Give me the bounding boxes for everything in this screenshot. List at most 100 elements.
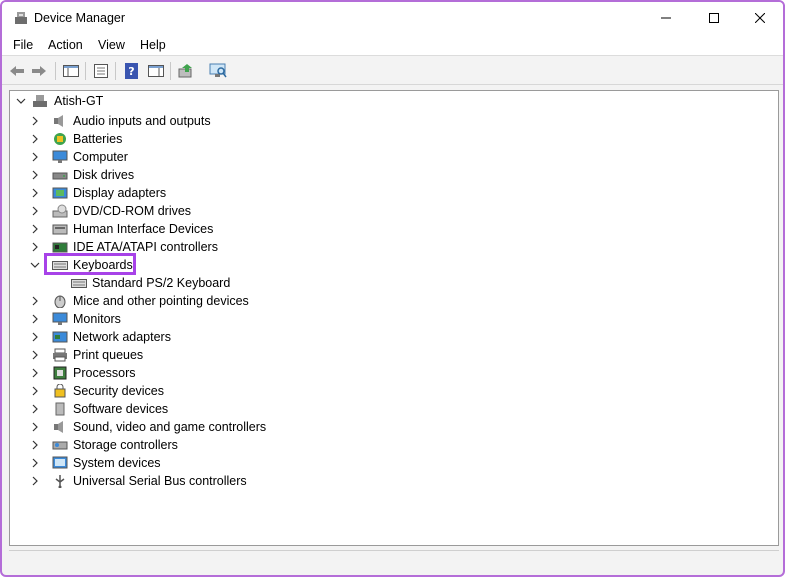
mouse-icon: [52, 294, 68, 311]
chevron-right-icon[interactable]: [30, 314, 40, 324]
svg-text:?: ?: [128, 65, 134, 78]
menu-help[interactable]: Help: [140, 38, 166, 52]
toolbar-separator: [115, 62, 116, 80]
chevron-right-icon[interactable]: [30, 224, 40, 234]
processor-icon: [52, 366, 68, 383]
chevron-down-icon[interactable]: [30, 260, 40, 270]
help-button[interactable]: ?: [122, 61, 142, 81]
chevron-right-icon[interactable]: [30, 296, 40, 306]
chevron-right-icon[interactable]: [30, 332, 40, 342]
forward-arrow-icon: [32, 66, 46, 76]
action-pane-icon: [148, 65, 164, 77]
back-button[interactable]: [7, 61, 27, 81]
speaker-icon: [52, 114, 68, 131]
chevron-right-icon[interactable]: [30, 134, 40, 144]
disk-drive-icon: [52, 168, 68, 185]
usb-icon: [52, 474, 68, 491]
device-tree[interactable]: Atish-GT Audio inputs and outputs Batteri…: [9, 90, 779, 546]
maximize-icon: [709, 13, 719, 23]
tree-node-label[interactable]: Human Interface Devices: [73, 222, 213, 236]
tree-node-label[interactable]: Processors: [73, 366, 136, 380]
chevron-right-icon[interactable]: [30, 422, 40, 432]
toolbar-separator: [170, 62, 171, 80]
properties-button[interactable]: [91, 61, 111, 81]
close-button[interactable]: [737, 2, 783, 34]
storage-icon: [52, 438, 68, 455]
minimize-icon: [661, 17, 671, 19]
menu-action[interactable]: Action: [48, 38, 83, 52]
device-manager-window: Device Manager File Action View Help ? A…: [0, 0, 785, 577]
toolbar-separator: [55, 62, 56, 80]
keyboard-icon: [71, 276, 87, 293]
chevron-right-icon[interactable]: [30, 350, 40, 360]
chevron-right-icon[interactable]: [30, 116, 40, 126]
chevron-right-icon[interactable]: [30, 170, 40, 180]
chevron-right-icon[interactable]: [30, 404, 40, 414]
hid-icon: [52, 222, 68, 239]
show-hide-console-tree-icon: [63, 65, 79, 77]
chevron-right-icon[interactable]: [30, 368, 40, 378]
tree-node-label[interactable]: Universal Serial Bus controllers: [73, 474, 247, 488]
tree-node-label[interactable]: Computer: [73, 150, 128, 164]
tree-node-label[interactable]: Mice and other pointing devices: [73, 294, 249, 308]
tree-node-label[interactable]: DVD/CD-ROM drives: [73, 204, 191, 218]
help-icon: ?: [125, 63, 138, 79]
toolbar: ?: [2, 57, 783, 85]
system-device-icon: [52, 456, 68, 473]
tree-node-label[interactable]: Network adapters: [73, 330, 171, 344]
tree-node-label[interactable]: Storage controllers: [73, 438, 178, 452]
tree-node-label[interactable]: IDE ATA/ATAPI controllers: [73, 240, 218, 254]
scan-hardware-icon: [209, 63, 227, 78]
chevron-right-icon[interactable]: [30, 242, 40, 252]
update-driver-icon: [178, 64, 192, 78]
monitor-icon: [52, 312, 68, 329]
chevron-right-icon[interactable]: [30, 152, 40, 162]
status-bar: [9, 550, 779, 570]
chevron-right-icon[interactable]: [30, 458, 40, 468]
chevron-right-icon[interactable]: [30, 476, 40, 486]
tree-node-label[interactable]: Print queues: [73, 348, 143, 362]
menu-bar: File Action View Help: [2, 34, 783, 56]
device-manager-icon: [15, 12, 27, 24]
tree-node-label[interactable]: Software devices: [73, 402, 168, 416]
forward-button[interactable]: [29, 61, 49, 81]
tree-node-label[interactable]: Monitors: [73, 312, 121, 326]
toolbar-separator: [85, 62, 86, 80]
monitor-icon: [52, 150, 68, 167]
display-adapter-icon: [52, 186, 68, 203]
tree-node-label[interactable]: Display adapters: [73, 186, 166, 200]
security-icon: [52, 383, 68, 401]
chevron-right-icon[interactable]: [30, 188, 40, 198]
battery-icon: [52, 132, 68, 149]
maximize-button[interactable]: [691, 2, 737, 34]
tree-node-label[interactable]: Sound, video and game controllers: [73, 420, 266, 434]
keyboards-highlight-box: [44, 253, 136, 275]
tree-root-label[interactable]: Atish-GT: [54, 94, 103, 108]
menu-view[interactable]: View: [98, 38, 125, 52]
tree-node-label[interactable]: Security devices: [73, 384, 164, 398]
menu-file[interactable]: File: [13, 38, 33, 52]
tree-node-label[interactable]: Batteries: [73, 132, 122, 146]
properties-icon: [94, 64, 108, 78]
back-arrow-icon: [10, 66, 24, 76]
tree-node-label[interactable]: System devices: [73, 456, 161, 470]
chevron-right-icon[interactable]: [30, 440, 40, 450]
window-title: Device Manager: [34, 11, 126, 25]
chevron-right-icon[interactable]: [30, 386, 40, 396]
minimize-button[interactable]: [643, 2, 689, 34]
computer-root-icon: [33, 95, 47, 107]
chevron-down-icon[interactable]: [16, 96, 26, 106]
chevron-right-icon[interactable]: [30, 206, 40, 216]
console-tree-button[interactable]: [61, 61, 81, 81]
software-device-icon: [52, 402, 68, 419]
action-pane-button[interactable]: [146, 61, 166, 81]
update-driver-button[interactable]: [176, 61, 196, 81]
tree-child-label[interactable]: Standard PS/2 Keyboard: [92, 276, 230, 290]
network-icon: [52, 330, 68, 347]
speaker-icon: [52, 420, 68, 437]
close-icon: [755, 13, 765, 23]
title-bar[interactable]: Device Manager: [2, 2, 783, 34]
scan-hardware-button[interactable]: [208, 61, 228, 81]
tree-node-label[interactable]: Disk drives: [73, 168, 134, 182]
tree-node-label[interactable]: Audio inputs and outputs: [73, 114, 211, 128]
